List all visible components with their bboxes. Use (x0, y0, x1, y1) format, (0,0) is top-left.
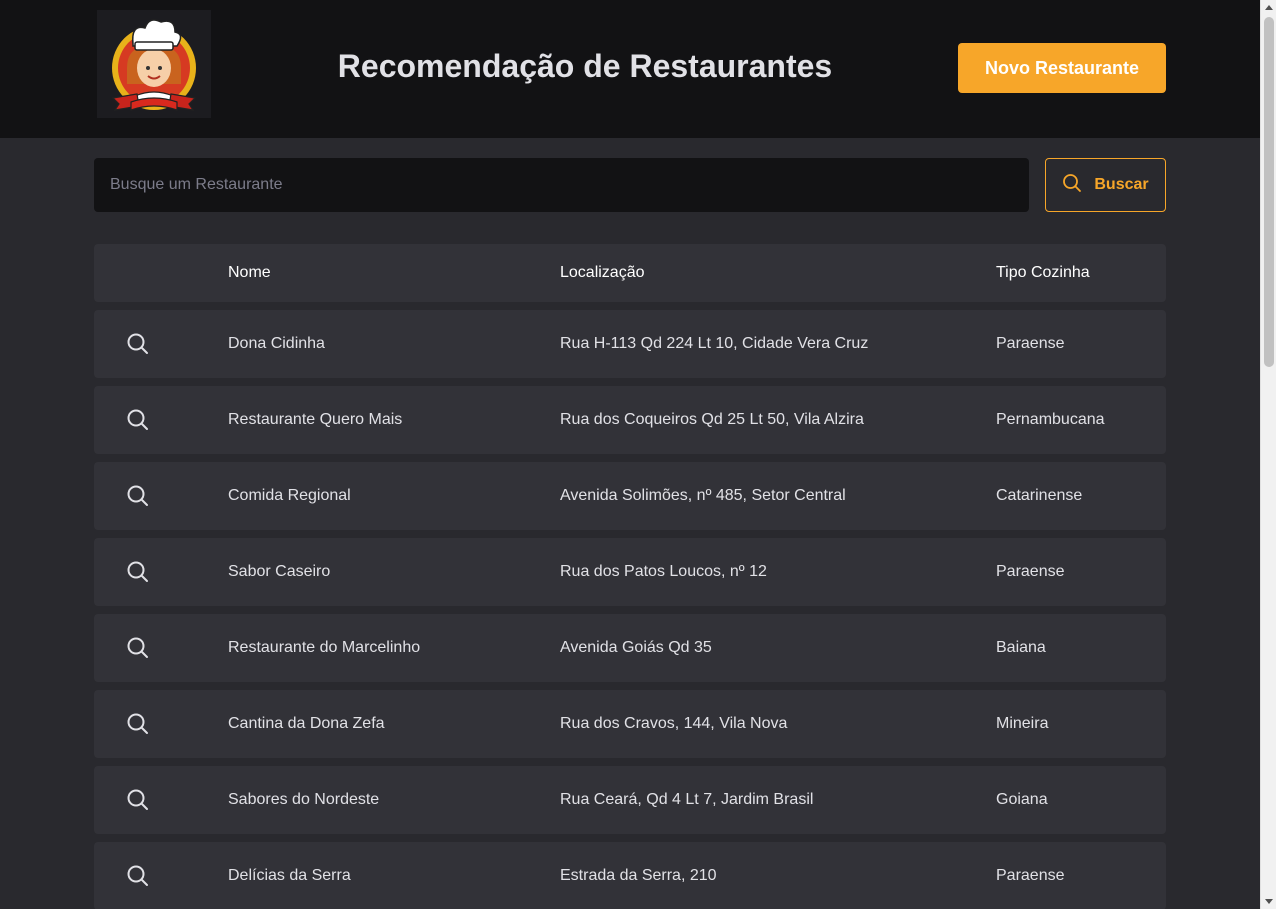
row-search-icon[interactable] (94, 386, 182, 454)
column-header-tipo-cozinha[interactable]: Tipo Cozinha (996, 244, 1090, 302)
restaurant-list: Dona Cidinha Rua H-113 Qd 224 Lt 10, Cid… (94, 310, 1166, 909)
row-localizacao: Rua H-113 Qd 224 Lt 10, Cidade Vera Cruz (560, 335, 869, 352)
table-row[interactable]: Sabor Caseiro Rua dos Patos Loucos, nº 1… (94, 538, 1166, 606)
row-nome: Comida Regional (228, 487, 351, 504)
search-button-label: Buscar (1094, 176, 1149, 193)
search-icon (1062, 173, 1082, 198)
row-localizacao: Rua dos Patos Loucos, nº 12 (560, 563, 767, 580)
row-search-icon[interactable] (94, 462, 182, 530)
row-tipo-cozinha: Baiana (996, 639, 1046, 656)
table-row[interactable]: Delícias da Serra Estrada da Serra, 210 … (94, 842, 1166, 909)
row-nome: Sabores do Nordeste (228, 791, 380, 808)
row-nome: Delícias da Serra (228, 867, 351, 884)
column-header-localizacao[interactable]: Localização (560, 244, 645, 302)
row-search-icon[interactable] (94, 614, 182, 682)
table-row[interactable]: Cantina da Dona Zefa Rua dos Cravos, 144… (94, 690, 1166, 758)
table-row[interactable]: Comida Regional Avenida Solimões, nº 485… (94, 462, 1166, 530)
search-button[interactable]: Buscar (1045, 158, 1166, 212)
row-search-icon[interactable] (94, 842, 182, 909)
row-tipo-cozinha: Catarinense (996, 487, 1083, 504)
table-row[interactable]: Restaurante do Marcelinho Avenida Goiás … (94, 614, 1166, 682)
column-header-icon (94, 244, 184, 302)
table-row[interactable]: Restaurante Quero Mais Rua dos Coqueiros… (94, 386, 1166, 454)
column-header-nome[interactable]: Nome (228, 244, 271, 302)
table-row[interactable]: Sabores do Nordeste Rua Ceará, Qd 4 Lt 7… (94, 766, 1166, 834)
row-search-icon[interactable] (94, 690, 182, 758)
row-localizacao: Rua Ceará, Qd 4 Lt 7, Jardim Brasil (560, 791, 814, 808)
row-tipo-cozinha: Paraense (996, 335, 1065, 352)
row-search-icon[interactable] (94, 538, 182, 606)
chef-logo-icon[interactable] (97, 10, 211, 118)
row-tipo-cozinha: Pernambucana (996, 411, 1105, 428)
row-localizacao: Avenida Solimões, nº 485, Setor Central (560, 487, 846, 504)
page-title: Recomendação de Restaurantes (337, 48, 833, 84)
row-tipo-cozinha: Paraense (996, 563, 1065, 580)
row-localizacao: Rua dos Coqueiros Qd 25 Lt 50, Vila Alzi… (560, 411, 864, 428)
row-nome: Restaurante do Marcelinho (228, 639, 421, 656)
vertical-scrollbar[interactable] (1260, 0, 1276, 909)
app-header: Recomendação de Restaurantes Novo Restau… (0, 0, 1260, 138)
row-nome: Cantina da Dona Zefa (228, 715, 385, 732)
scroll-thumb[interactable] (1264, 17, 1274, 367)
search-input[interactable] (94, 158, 1029, 212)
row-nome: Sabor Caseiro (228, 563, 331, 580)
row-localizacao: Rua dos Cravos, 144, Vila Nova (560, 715, 788, 732)
row-localizacao: Estrada da Serra, 210 (560, 867, 717, 884)
row-localizacao: Avenida Goiás Qd 35 (560, 639, 712, 656)
row-search-icon[interactable] (94, 310, 182, 378)
table-header: Nome Localização Tipo Cozinha (94, 244, 1166, 302)
row-tipo-cozinha: Mineira (996, 715, 1049, 732)
scroll-up-arrow-icon[interactable] (1265, 5, 1273, 10)
row-tipo-cozinha: Goiana (996, 791, 1048, 808)
new-restaurant-button[interactable]: Novo Restaurante (958, 43, 1166, 93)
row-search-icon[interactable] (94, 766, 182, 834)
row-tipo-cozinha: Paraense (996, 867, 1065, 884)
table-row[interactable]: Dona Cidinha Rua H-113 Qd 224 Lt 10, Cid… (94, 310, 1166, 378)
scroll-down-arrow-icon[interactable] (1265, 899, 1273, 904)
row-nome: Dona Cidinha (228, 335, 325, 352)
row-nome: Restaurante Quero Mais (228, 411, 403, 428)
